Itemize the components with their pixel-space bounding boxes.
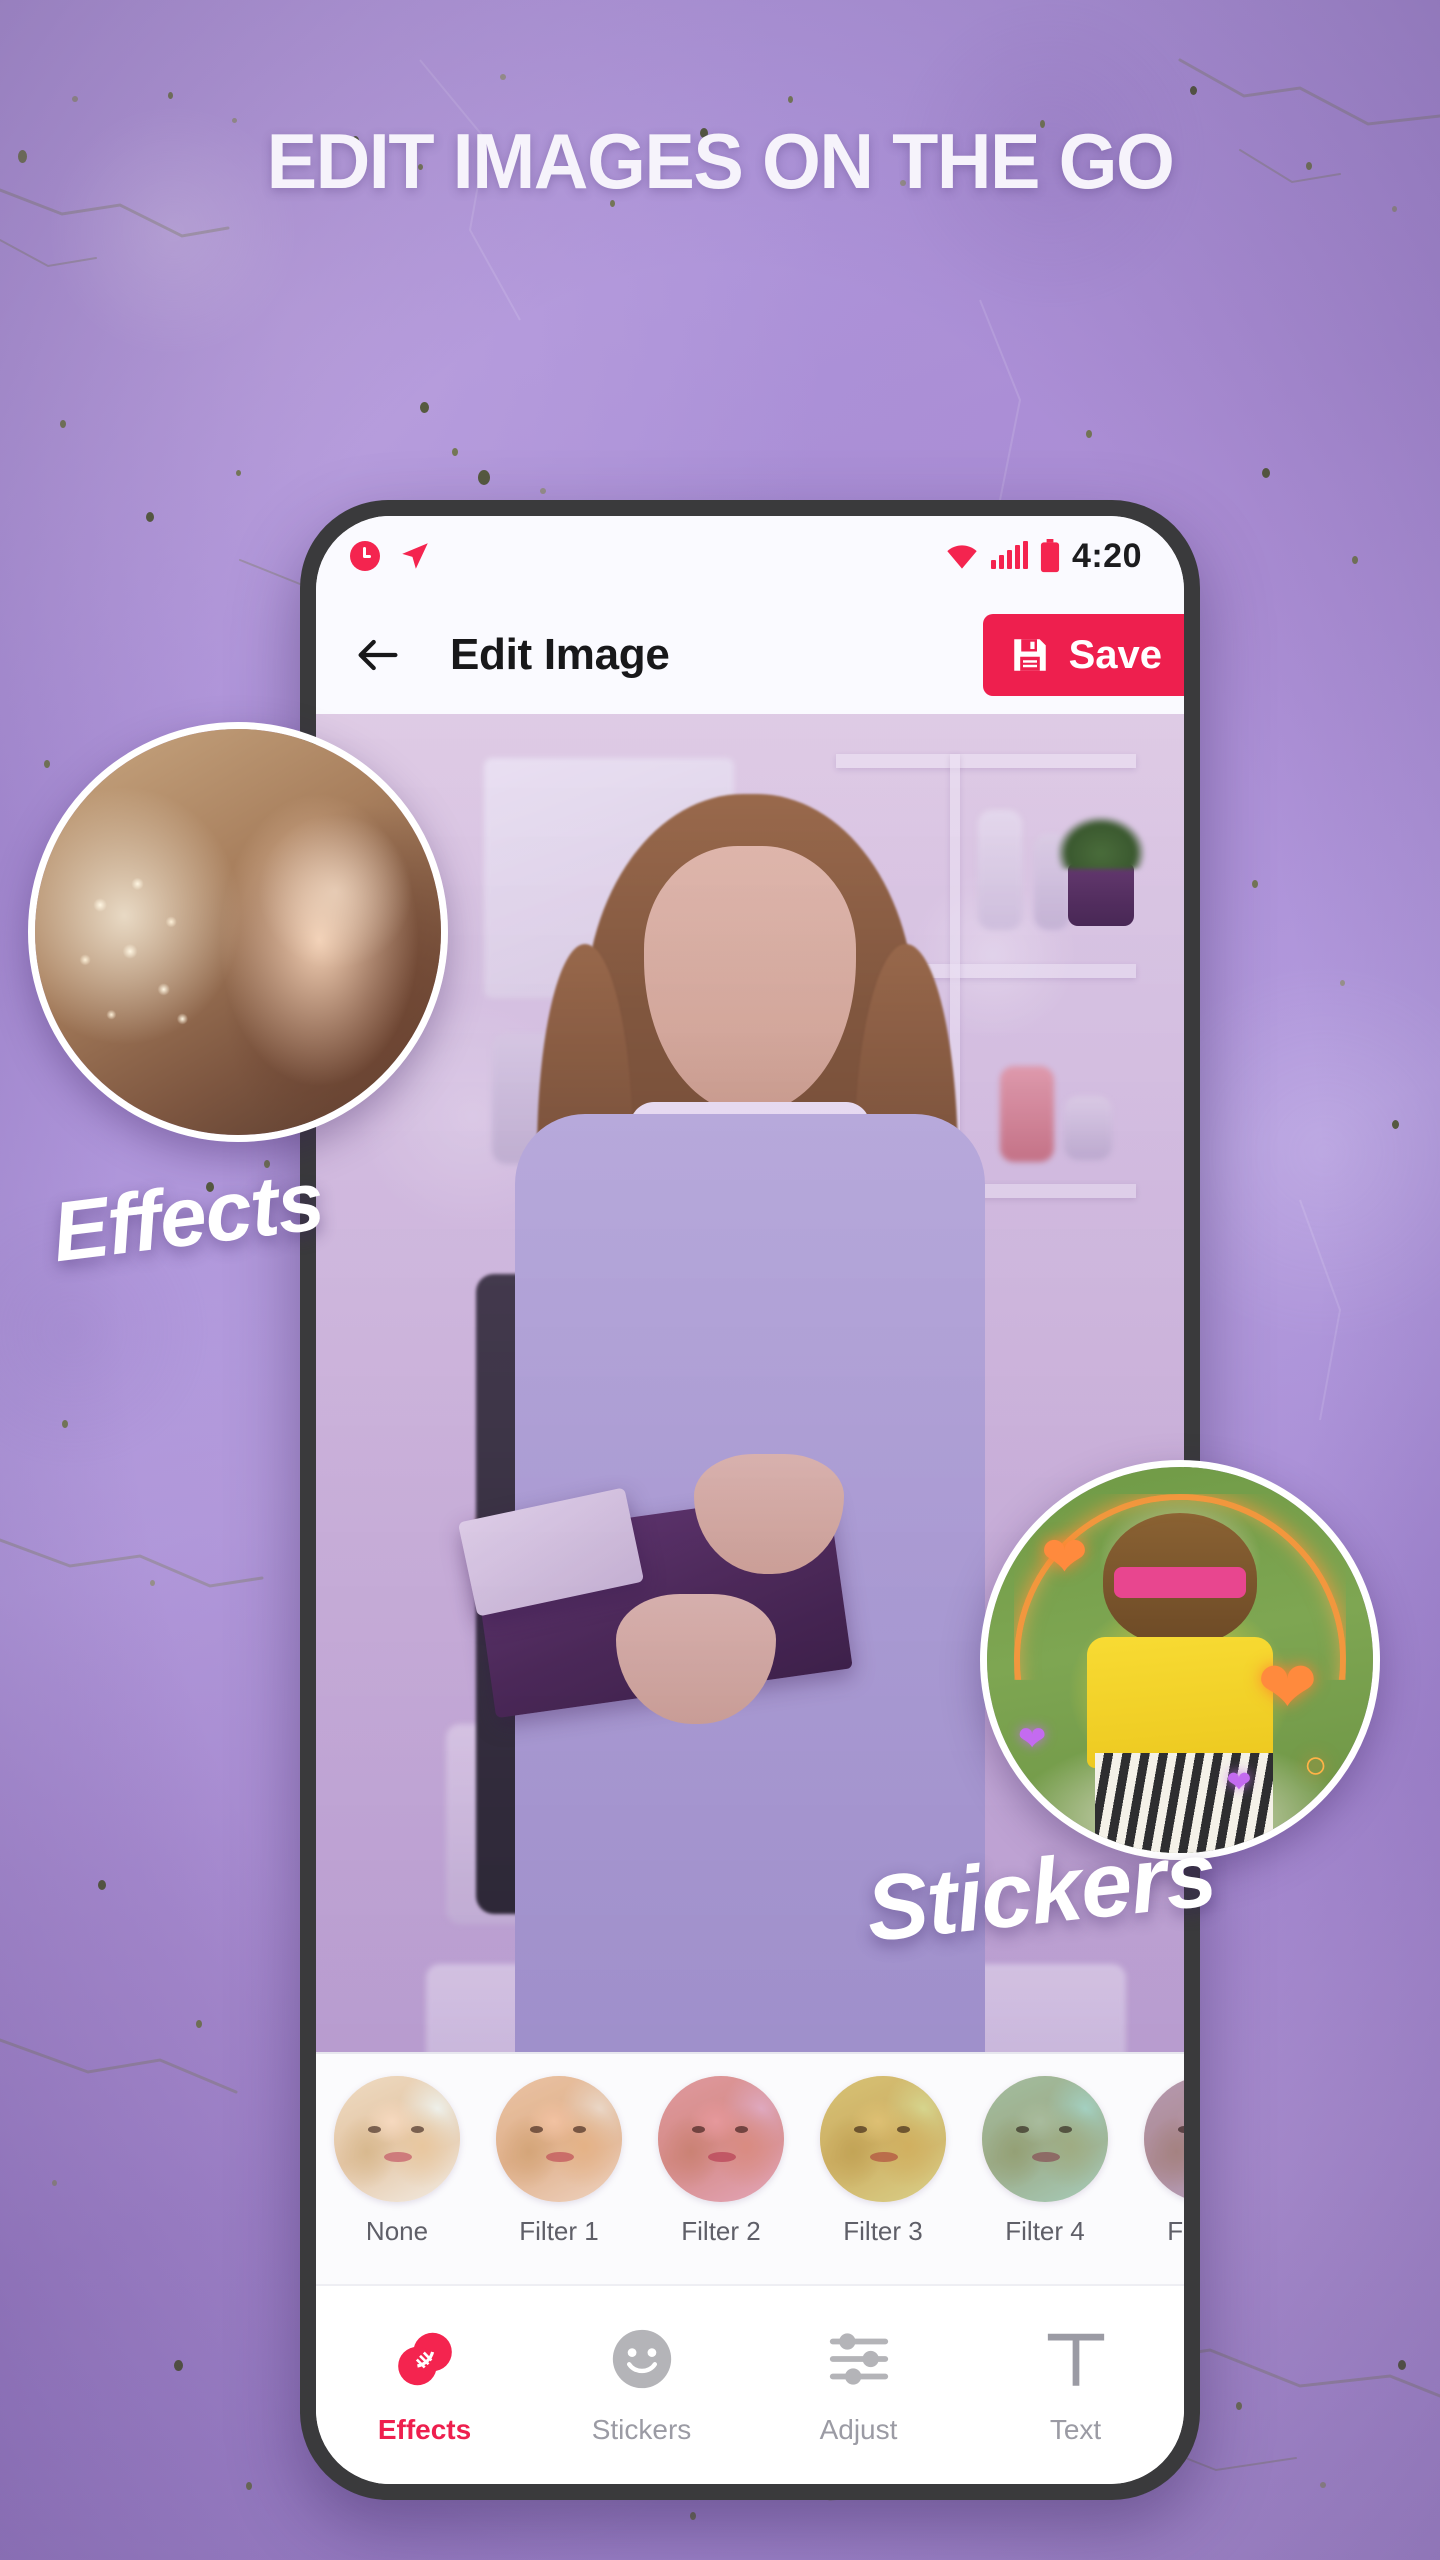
bottom-navigation: Effects Stickers Adjust Text (316, 2284, 1184, 2484)
effects-circles-icon (390, 2324, 460, 2394)
status-bar: 4:20 (316, 516, 1184, 596)
filter-thumbnail (982, 2076, 1108, 2202)
battery-icon (1040, 539, 1060, 573)
filter-label: Filter 1 (519, 2216, 599, 2246)
filter-item[interactable]: Filter 5 (1126, 2076, 1184, 2247)
filter-thumbnail (820, 2076, 946, 2202)
signal-bars-icon (990, 541, 1028, 569)
heart-sticker: ❤ (1017, 1719, 1047, 1758)
filter-thumbnail (658, 2076, 784, 2202)
filter-thumbnail (496, 2076, 622, 2202)
tab-label: Effects (377, 2414, 472, 2445)
filter-item[interactable]: None (316, 2076, 478, 2247)
tab-effects[interactable]: Effects (316, 2324, 533, 2446)
page-title: EDIT IMAGES ON THE GO (266, 117, 1175, 205)
save-button-label: Save (1068, 632, 1162, 677)
alarm-clock-icon (350, 541, 380, 571)
text-t-icon (1041, 2324, 1111, 2394)
filter-label: Filter 4 (1005, 2216, 1085, 2246)
filter-strip[interactable]: None Filter 1 Filter 2 Filter 3 Filter 4… (316, 2052, 1184, 2284)
circle-sticker: ○ (1303, 1742, 1328, 1787)
app-bar-title: Edit Image (450, 630, 670, 679)
tab-adjust[interactable]: Adjust (750, 2324, 967, 2446)
filter-label: None (365, 2216, 429, 2246)
heart-sticker: ❤ (1226, 1766, 1252, 1800)
app-bar: Edit Image Save (316, 596, 1184, 714)
filter-thumbnail (334, 2076, 460, 2202)
status-time: 4:20 (1071, 536, 1142, 575)
flower-decoration (59, 867, 247, 1079)
filter-item[interactable]: Filter 1 (478, 2076, 640, 2247)
tab-stickers[interactable]: Stickers (533, 2324, 750, 2446)
location-arrow-icon (402, 543, 428, 569)
filter-item[interactable]: Filter 3 (802, 2076, 964, 2247)
filter-thumbnail (1144, 2076, 1184, 2202)
filter-label: Filter 2 (681, 2216, 761, 2246)
tab-label: Text (1049, 2414, 1102, 2445)
back-arrow-icon[interactable] (352, 629, 404, 681)
wifi-icon (947, 545, 977, 569)
tab-label: Adjust (819, 2414, 898, 2445)
tab-label: Stickers (591, 2414, 692, 2445)
save-floppy-icon (1013, 639, 1046, 671)
tab-text[interactable]: Text (967, 2324, 1184, 2446)
sliders-icon (824, 2324, 894, 2394)
filter-label: Filter 5 (1167, 2216, 1184, 2246)
filter-item[interactable]: Filter 2 (640, 2076, 802, 2247)
heart-sticker: ❤ (1257, 1648, 1318, 1729)
smiley-face-icon (607, 2324, 677, 2394)
effects-callout-bubble (28, 722, 448, 1142)
heart-sticker: ❤ (1041, 1524, 1088, 1588)
filter-label: Filter 3 (843, 2216, 923, 2246)
save-button[interactable]: Save (982, 614, 1184, 696)
filter-item[interactable]: Filter 4 (964, 2076, 1126, 2247)
stickers-callout-bubble: ❤ ❤ ❤ ❤ ○ (980, 1460, 1380, 1860)
